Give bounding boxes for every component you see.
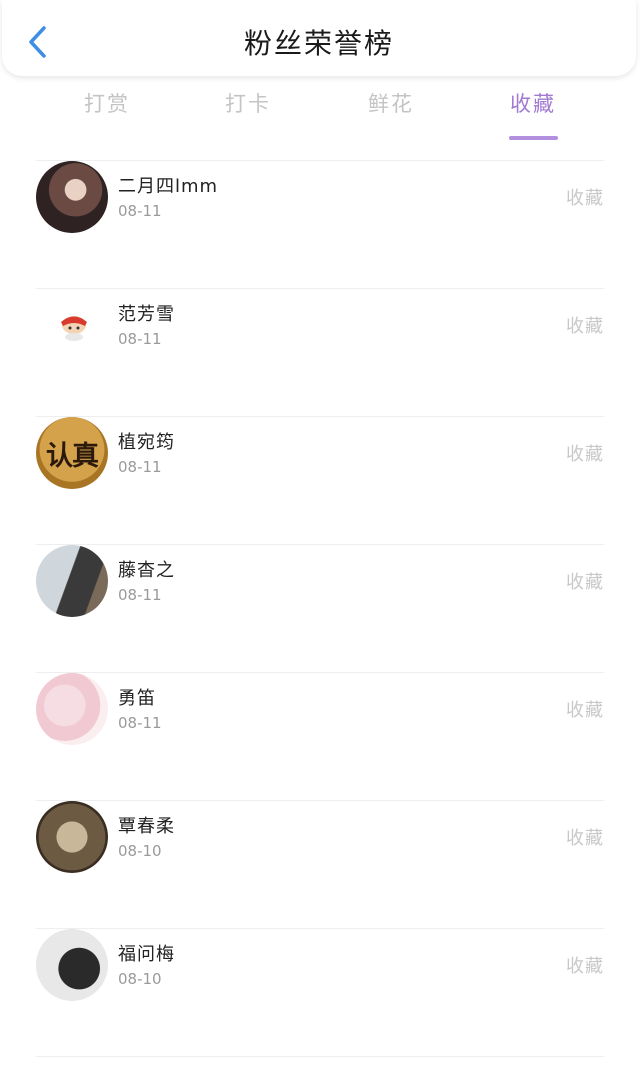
page-title: 粉丝荣誉榜 — [243, 27, 394, 60]
header-bar: 粉丝荣誉榜 — [2, 0, 636, 76]
list-end — [0, 1056, 640, 1076]
list-item[interactable]: 勇笛 08-11 收藏 — [0, 672, 640, 800]
tab-bar: 打赏 打卡 鲜花 收藏 — [0, 88, 640, 148]
fan-name: 覃春柔 — [118, 816, 175, 837]
divider — [36, 544, 604, 545]
favorite-label: 收藏 — [566, 316, 604, 337]
list-item[interactable]: 认真 植宛筠 08-11 收藏 — [0, 416, 640, 544]
favorite-label: 收藏 — [566, 188, 604, 209]
fan-name: 植宛筠 — [118, 432, 175, 453]
favorite-label: 收藏 — [566, 956, 604, 977]
fan-date: 08-10 — [118, 842, 162, 860]
avatar[interactable] — [36, 545, 108, 617]
divider — [36, 800, 604, 801]
avatar-text: 认真 — [46, 440, 99, 472]
list-item[interactable]: 范芳雪 08-11 收藏 — [0, 288, 640, 416]
divider — [36, 1056, 604, 1057]
fan-date: 08-11 — [118, 458, 162, 476]
fan-date: 08-10 — [118, 970, 162, 988]
avatar[interactable] — [36, 673, 108, 745]
divider — [36, 416, 604, 417]
tab-checkin[interactable]: 打卡 — [193, 88, 303, 118]
tab-favorites[interactable]: 收藏 — [478, 88, 588, 118]
fan-name: 勇笛 — [118, 688, 156, 709]
list-item[interactable]: 二月四lmm 08-11 收藏 — [0, 160, 640, 288]
fan-name: 二月四lmm — [118, 176, 219, 197]
list-item[interactable]: 福问梅 08-10 收藏 — [0, 928, 640, 1056]
favorite-label: 收藏 — [566, 828, 604, 849]
avatar[interactable]: 认真 — [36, 417, 108, 489]
fan-name: 福问梅 — [118, 944, 175, 965]
list-item[interactable]: 覃春柔 08-10 收藏 — [0, 800, 640, 928]
avatar[interactable] — [36, 289, 108, 361]
cartoon-avatar-icon — [61, 316, 87, 341]
favorite-label: 收藏 — [566, 572, 604, 593]
fan-date: 08-11 — [118, 586, 162, 604]
favorite-label: 收藏 — [566, 700, 604, 721]
favorite-label: 收藏 — [566, 444, 604, 465]
list-item[interactable]: 藤杳之 08-11 收藏 — [0, 544, 640, 672]
divider — [36, 672, 604, 673]
divider — [36, 288, 604, 289]
active-tab-indicator — [509, 136, 558, 140]
fan-name: 范芳雪 — [118, 304, 175, 325]
divider — [36, 160, 604, 161]
fan-list: 二月四lmm 08-11 收藏 范芳雪 08-11 收藏 认真 植宛筠 08-1… — [0, 160, 640, 1076]
fan-date: 08-11 — [118, 714, 162, 732]
avatar[interactable] — [36, 929, 108, 1001]
divider — [36, 928, 604, 929]
fan-date: 08-11 — [118, 202, 162, 220]
avatar[interactable] — [36, 161, 108, 233]
avatar[interactable] — [36, 801, 108, 873]
tab-reward[interactable]: 打赏 — [52, 88, 162, 118]
fan-date: 08-11 — [118, 330, 162, 348]
tab-flowers[interactable]: 鲜花 — [336, 88, 446, 118]
fan-name: 藤杳之 — [118, 560, 175, 581]
